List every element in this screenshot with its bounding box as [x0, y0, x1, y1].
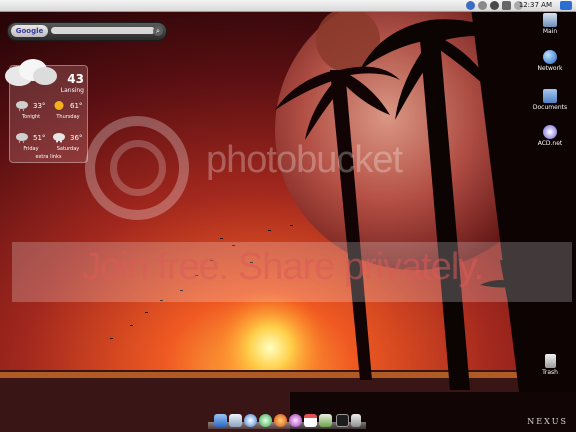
preview-icon[interactable] [319, 414, 332, 427]
google-search-widget: Google ⌕ [7, 22, 167, 41]
snow-cloud-icon [53, 133, 65, 143]
search-input[interactable] [51, 27, 155, 34]
extra-links-link[interactable]: extra links [10, 154, 87, 160]
forecast-temp: 51° [33, 134, 46, 142]
rain-cloud-icon [16, 133, 28, 143]
desktop-icon-acd-net[interactable]: ACD.net [528, 125, 572, 147]
dock [208, 409, 366, 429]
desktop-icon-main[interactable]: Main [528, 13, 572, 35]
current-temperature: 43 [67, 72, 84, 86]
mail-icon[interactable] [229, 414, 242, 427]
folder-icon [543, 89, 557, 103]
top-menu-bar: 12:37 AM [0, 0, 576, 12]
acd-net-icon [543, 125, 557, 139]
watermark-text: photobucket [206, 139, 403, 181]
bluetooth-icon[interactable] [466, 1, 475, 10]
messenger-icon[interactable] [289, 414, 302, 427]
forecast-temp: 61° [70, 102, 83, 110]
itunes-icon[interactable] [259, 414, 272, 427]
safari-icon[interactable] [244, 414, 257, 427]
battery-icon[interactable] [502, 1, 511, 10]
forecast-thursday: 61° Thursday [50, 100, 86, 130]
desktop-icon-network[interactable]: Network [528, 50, 572, 72]
forecast-label: Saturday [56, 146, 80, 152]
search-icon[interactable]: ⌕ [153, 26, 163, 36]
signature-text: NEXUS [527, 417, 568, 426]
trash-icon [544, 354, 556, 368]
forecast-tonight: 33° Tonight [13, 100, 49, 130]
forecast-label: Thursday [56, 114, 80, 120]
finder-icon[interactable] [214, 414, 227, 427]
firefox-icon[interactable] [274, 414, 287, 427]
weather-city: Lansing [60, 87, 84, 94]
rain-cloud-icon [16, 101, 28, 111]
forecast-temp: 33° [33, 102, 46, 110]
forecast-label: Tonight [21, 114, 41, 120]
desktop-icon-documents[interactable]: Documents [528, 89, 572, 111]
google-logo: Google [11, 25, 48, 37]
menubar-clock[interactable]: 12:37 AM [519, 0, 552, 11]
network-globe-icon [543, 50, 557, 64]
desktop-icon-trash[interactable]: Trash [528, 354, 572, 376]
forecast-temp: 36° [70, 134, 83, 142]
terminal-icon[interactable] [336, 414, 349, 427]
dock-trash-icon[interactable] [351, 414, 361, 427]
sun-icon [54, 101, 64, 110]
spotlight-icon[interactable] [560, 1, 572, 10]
forecast-label: Friday [23, 146, 39, 152]
watermark-banner-text: Join free. Share privately. [82, 246, 484, 288]
volume-icon[interactable] [478, 1, 487, 10]
hard-drive-icon [543, 13, 557, 27]
wifi-icon[interactable] [490, 1, 499, 10]
weather-widget: 43 Lansing 33° Tonight 61° Thursday 51° … [5, 59, 88, 163]
watermark-logo-inner-ring [110, 140, 166, 196]
cloud-icon [5, 59, 57, 86]
ical-icon[interactable] [304, 414, 317, 427]
